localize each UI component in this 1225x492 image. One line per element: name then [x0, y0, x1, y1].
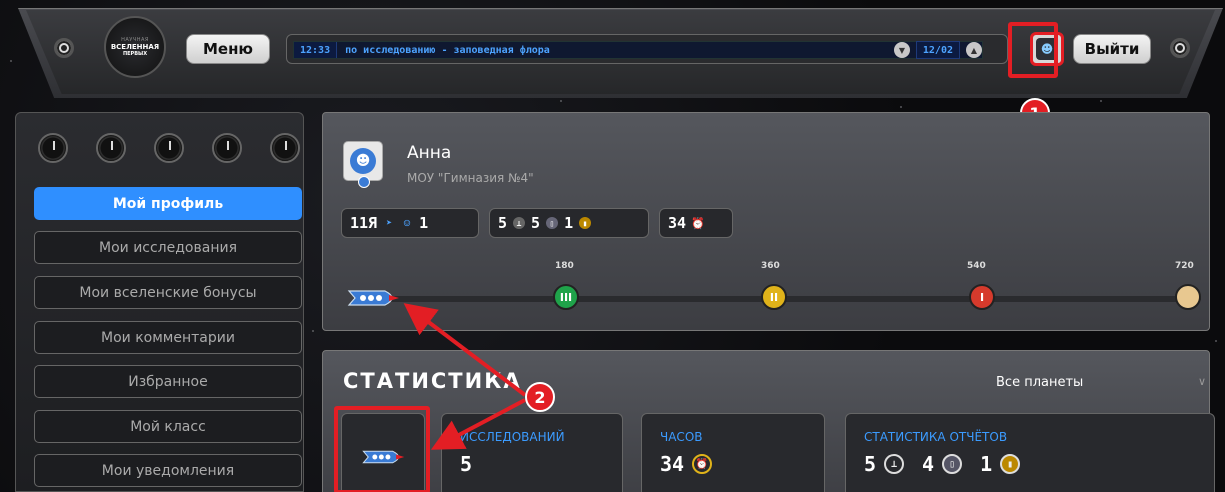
annotation-arrows [403, 303, 527, 450]
annotation-badge-2: 2 [525, 382, 555, 412]
